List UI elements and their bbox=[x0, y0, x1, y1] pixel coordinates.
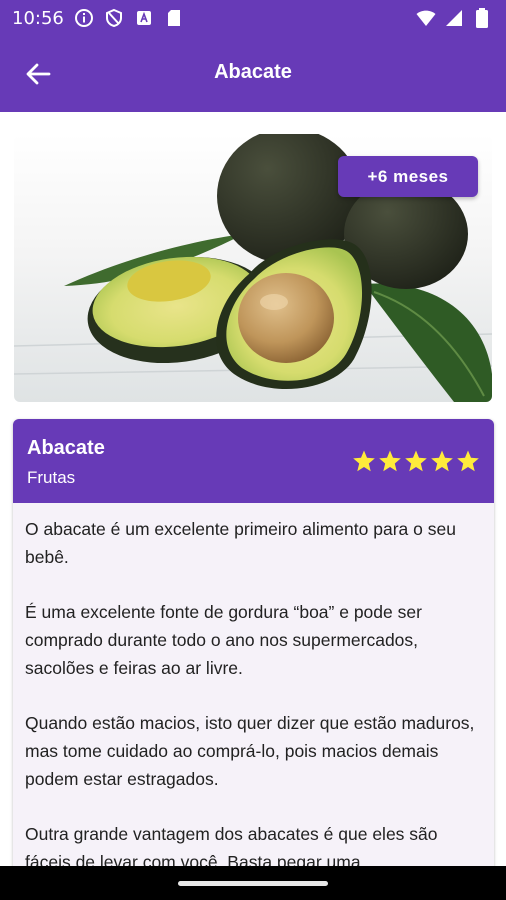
wifi-icon bbox=[416, 8, 436, 28]
status-bar: 10:56 bbox=[0, 0, 506, 36]
star-icon bbox=[379, 450, 401, 472]
sd-card-icon bbox=[164, 8, 184, 28]
food-category: Frutas bbox=[27, 468, 76, 487]
home-gesture-handle[interactable] bbox=[178, 881, 328, 886]
food-description: O abacate é um excelente primeiro alimen… bbox=[25, 515, 477, 889]
rating-stars bbox=[352, 449, 480, 473]
star-icon bbox=[405, 450, 427, 472]
star-icon bbox=[431, 450, 453, 472]
description-paragraph: É uma excelente fonte de gordura “boa” e… bbox=[25, 602, 422, 678]
info-icon bbox=[74, 8, 94, 28]
status-notification-icons bbox=[74, 8, 184, 28]
status-time: 10:56 bbox=[12, 8, 64, 29]
battery-icon bbox=[472, 8, 492, 28]
card-header: Abacate Frutas bbox=[13, 419, 494, 503]
description-paragraph: O abacate é um excelente primeiro alimen… bbox=[25, 519, 456, 567]
age-badge: +6 meses bbox=[338, 156, 478, 197]
food-name: Abacate bbox=[27, 437, 105, 459]
shield-icon bbox=[104, 8, 124, 28]
star-icon bbox=[353, 450, 375, 472]
page-title: Abacate bbox=[214, 61, 292, 83]
navigation-bar bbox=[0, 866, 506, 900]
signal-icon bbox=[444, 8, 464, 28]
food-card: Abacate Frutas O abacate é um excelente … bbox=[13, 419, 494, 889]
status-system-icons bbox=[416, 8, 492, 28]
app-bar: Abacate bbox=[0, 36, 506, 112]
description-paragraph: Quando estão macios, isto quer dizer que… bbox=[25, 713, 475, 789]
font-icon bbox=[134, 8, 154, 28]
star-icon bbox=[457, 450, 479, 472]
